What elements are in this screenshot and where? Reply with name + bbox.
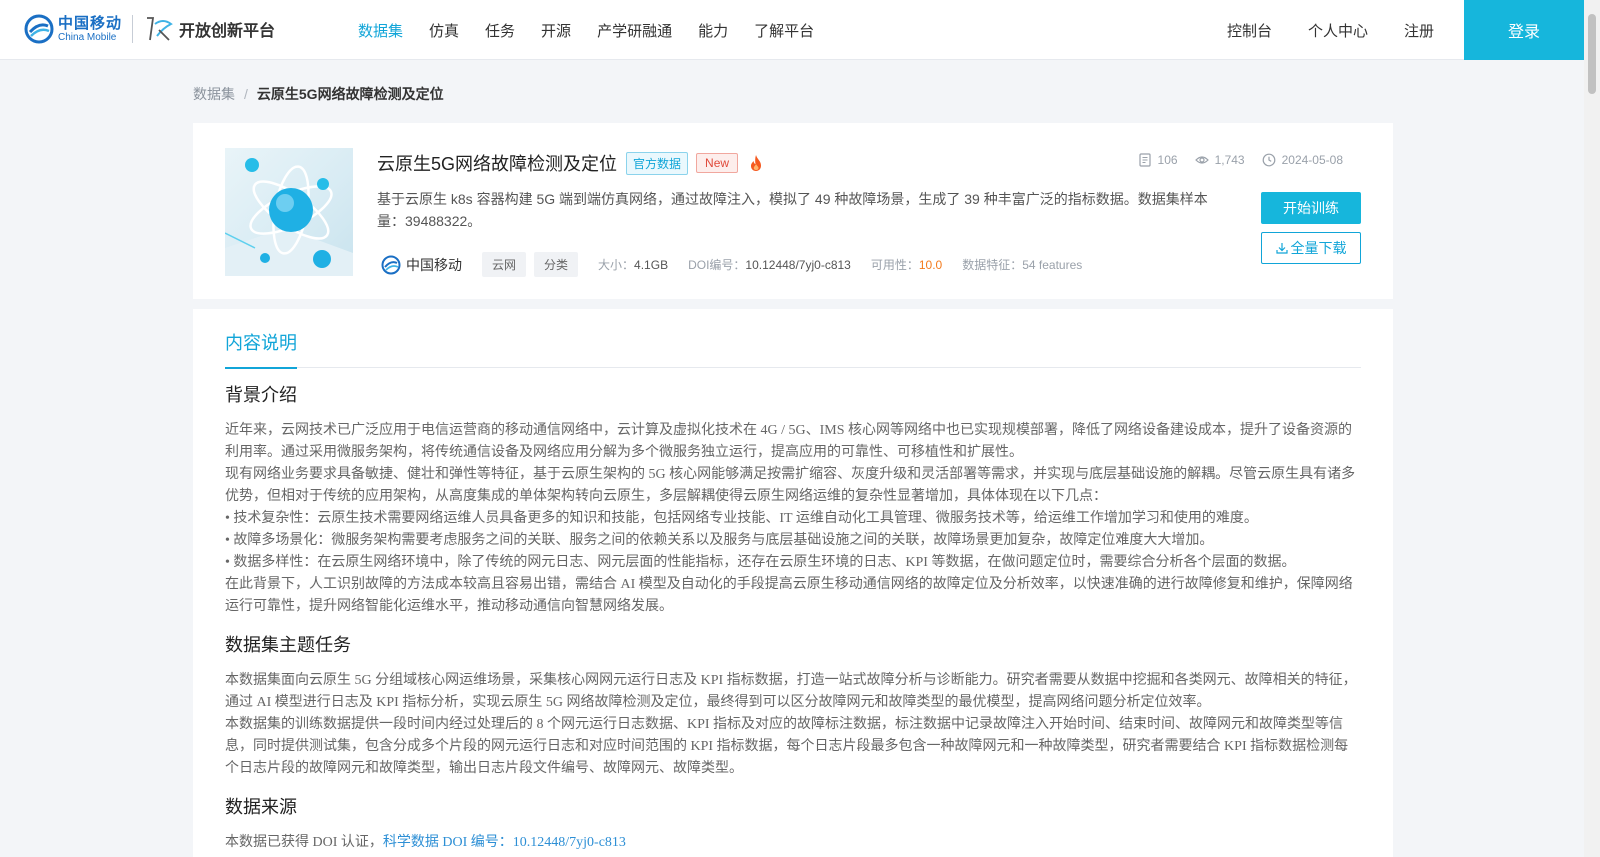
- list-item: • 故障多场景化：微服务架构需要考虑服务之间的关联、服务之间的依赖关系以及服务与…: [225, 533, 1214, 548]
- eye-icon: [1194, 156, 1209, 164]
- section-task: 数据集主题任务 本数据集面向云原生 5G 分组域核心网运维场景，采集核心网网元运…: [225, 631, 1361, 780]
- dataset-title-row: 云原生5G网络故障检测及定位 官方数据 New: [377, 150, 764, 176]
- login-button[interactable]: 登录: [1464, 0, 1584, 60]
- file-count: 106: [1157, 153, 1178, 167]
- section-background: 背景介绍 近年来，云网技术已广泛应用于电信运营商的移动通信网络中，云计算及虚拟化…: [225, 381, 1361, 618]
- size-value: 4.1GB: [634, 258, 669, 272]
- doi-link[interactable]: 科学数据 DOI 编号：10.12448/7yj0-c813: [383, 835, 626, 850]
- view-count-stat: 1,743: [1194, 153, 1245, 167]
- nav-console[interactable]: 控制台: [1227, 20, 1272, 41]
- document-icon: [1138, 153, 1151, 167]
- doi-meta: DOI编号：10.12448/7yj0-c813: [688, 256, 851, 273]
- category-chip-cloud-network[interactable]: 云网: [482, 252, 527, 277]
- clock-icon: [1262, 153, 1276, 167]
- platform-logo-icon: [147, 17, 173, 41]
- size-label: 大小：: [598, 258, 635, 272]
- china-mobile-small-logo-icon: [381, 255, 401, 274]
- nav-personal-center[interactable]: 个人中心: [1308, 20, 1368, 41]
- logo-divider: [132, 15, 134, 43]
- source-prefix: 本数据已获得 DOI 认证，: [225, 835, 383, 850]
- tab-content-description[interactable]: 内容说明: [225, 329, 297, 369]
- publisher-org[interactable]: 中国移动: [381, 255, 462, 275]
- paragraph: 近年来，云网技术已广泛应用于电信运营商的移动通信网络中，云计算及虚拟化技术在 4…: [225, 423, 1353, 460]
- view-count: 1,743: [1214, 153, 1245, 167]
- breadcrumb-separator: /: [244, 86, 248, 102]
- section-source: 数据来源 本数据已获得 DOI 认证，科学数据 DOI 编号：10.12448/…: [225, 793, 1361, 854]
- breadcrumb-datasets-link[interactable]: 数据集: [193, 84, 235, 104]
- brand-text: 中国移动 China Mobile: [58, 16, 122, 43]
- brand-en: China Mobile: [58, 31, 117, 43]
- top-header: 中国移动 China Mobile 开放创新平台 数据集 仿真 任务 开源 产学…: [0, 0, 1584, 60]
- platform-name: 开放创新平台: [179, 23, 276, 40]
- size-meta: 大小：4.1GB: [598, 256, 668, 273]
- content-card: 内容说明 背景介绍 近年来，云网技术已广泛应用于电信运营商的移动通信网络中，云计…: [193, 309, 1393, 857]
- dataset-stats: 106 1,743 2024-05-08: [1121, 153, 1343, 167]
- nav-register[interactable]: 注册: [1404, 20, 1434, 41]
- official-data-tag: 官方数据: [626, 151, 689, 175]
- nav-capabilities[interactable]: 能力: [698, 20, 728, 41]
- dataset-meta-row: 中国移动 云网 分类 大小：4.1GB DOI编号：10.12448/7yj0-…: [381, 252, 1090, 277]
- paragraph: 本数据集的训练数据提供一段时间内经过处理后的 8 个网元运行日志数据、KPI 指…: [225, 717, 1349, 776]
- paragraph: 本数据集面向云原生 5G 分组域核心网运维场景，采集核心网网元运行日志及 KPI…: [225, 673, 1357, 710]
- section-heading: 背景介绍: [225, 385, 297, 405]
- main-nav: 数据集 仿真 任务 开源 产学研融通 能力 了解平台: [358, 0, 840, 60]
- brand-cn: 中国移动: [58, 14, 123, 32]
- fire-icon: [751, 155, 762, 171]
- section-heading: 数据来源: [225, 797, 297, 817]
- content-article: 背景介绍 近年来，云网技术已广泛应用于电信运营商的移动通信网络中，云计算及虚拟化…: [225, 381, 1361, 854]
- list-item: • 技术复杂性：云原生技术需要网络运维人员具备更多的知识和技能，包括网络专业技能…: [225, 511, 1258, 526]
- brand-logo[interactable]: 中国移动 China Mobile 开放创新平台: [24, 14, 275, 44]
- category-chip-classification[interactable]: 分类: [534, 252, 579, 277]
- nav-simulation[interactable]: 仿真: [429, 20, 459, 41]
- paragraph: 现有网络业务要求具备敏捷、健壮和弹性等特征，基于云原生架构的 5G 核心网能够满…: [225, 467, 1356, 504]
- file-count-stat: 106: [1138, 153, 1178, 167]
- publish-date: 2024-05-08: [1281, 153, 1343, 167]
- usability-label: 可用性：: [870, 258, 919, 272]
- dataset-title: 云原生5G网络故障检测及定位: [377, 154, 618, 174]
- features-value: 54 features: [1022, 258, 1083, 272]
- publisher-name: 中国移动: [406, 256, 462, 273]
- new-tag: New: [696, 153, 739, 173]
- breadcrumb: 数据集 / 云原生5G网络故障检测及定位: [193, 84, 444, 104]
- doi-label: DOI编号：: [688, 258, 746, 272]
- nav-open-source[interactable]: 开源: [541, 20, 571, 41]
- dataset-thumbnail: [225, 148, 353, 276]
- start-training-button[interactable]: 开始训练: [1261, 192, 1361, 224]
- scrollbar-thumb[interactable]: [1588, 14, 1596, 94]
- dataset-description: 基于云原生 k8s 容器构建 5G 端到端仿真网络，通过故障注入，模拟了 49 …: [377, 191, 1208, 229]
- features-label: 数据特征：: [962, 258, 1023, 272]
- full-download-button[interactable]: 全量下载: [1261, 232, 1361, 264]
- list-item: • 数据多样性：在云原生网络环境中，除了传统的网元日志、网元层面的性能指标，还存…: [225, 555, 1296, 570]
- user-nav: 控制台 个人中心 注册: [1191, 0, 1434, 60]
- date-stat: 2024-05-08: [1262, 153, 1343, 167]
- breadcrumb-current: 云原生5G网络故障检测及定位: [256, 86, 444, 102]
- usability-meta: 可用性：10.0: [871, 256, 942, 273]
- nav-industry-academia[interactable]: 产学研融通: [597, 20, 672, 41]
- paragraph: 在此背景下，人工识别故障的方法成本较高且容易出错，需结合 AI 模型及自动化的手…: [225, 577, 1353, 614]
- atom-illustration-icon: [225, 158, 353, 276]
- content-tab-bar: 内容说明: [225, 309, 1361, 369]
- nav-tasks[interactable]: 任务: [485, 20, 515, 41]
- usability-value: 10.0: [918, 258, 943, 272]
- full-download-label: 全量下载: [1290, 240, 1347, 256]
- section-heading: 数据集主题任务: [225, 635, 351, 655]
- features-meta: 数据特征：54 features: [962, 256, 1082, 273]
- download-icon: [1275, 243, 1288, 254]
- nav-about-platform[interactable]: 了解平台: [754, 20, 814, 41]
- nav-datasets[interactable]: 数据集: [358, 20, 403, 41]
- china-mobile-logo-icon: [24, 14, 54, 44]
- source-paragraph: 本数据已获得 DOI 认证，科学数据 DOI 编号：10.12448/7yj0-…: [225, 832, 1361, 854]
- doi-value: 10.12448/7yj0-c813: [745, 258, 851, 272]
- dataset-summary-card: 云原生5G网络故障检测及定位 官方数据 New 106 1,743 2024-0…: [193, 123, 1393, 299]
- page-scrollbar[interactable]: [1584, 0, 1600, 857]
